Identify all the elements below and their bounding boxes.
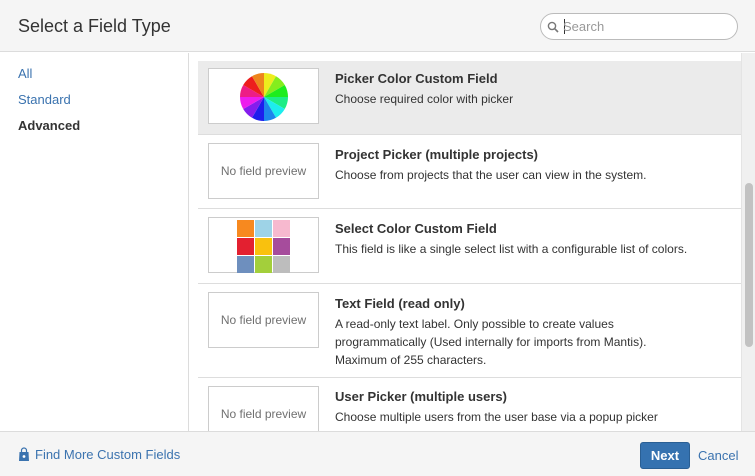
- field-type-description: Choose from projects that the user can v…: [335, 168, 647, 182]
- dialog-title: Select a Field Type: [18, 16, 171, 36]
- dialog-header: Select a Field Type: [0, 0, 755, 52]
- field-type-title: Picker Color Custom Field: [335, 71, 498, 86]
- color-swatch: [273, 238, 290, 255]
- color-swatch: [255, 238, 272, 255]
- dialog-footer: Find More Custom Fields Next Cancel: [0, 431, 755, 476]
- sidebar-item-advanced[interactable]: Advanced: [18, 118, 80, 133]
- cancel-link[interactable]: Cancel: [698, 448, 738, 463]
- no-preview-label: No field preview: [220, 407, 307, 421]
- color-swatch: [237, 220, 254, 237]
- search-box[interactable]: [540, 13, 738, 40]
- field-type-row-select-color[interactable]: Select Color Custom Field This field is …: [198, 209, 741, 284]
- field-type-title: Text Field (read only): [335, 296, 465, 311]
- field-type-description: This field is like a single select list …: [335, 242, 688, 256]
- category-sidebar: All Standard Advanced: [0, 53, 189, 431]
- find-more-label: Find More Custom Fields: [35, 447, 181, 462]
- description-line: programmatically (Used internally for im…: [335, 335, 647, 349]
- color-swatch: [255, 256, 272, 273]
- description-line: A read-only text label. Only possible to…: [335, 317, 614, 331]
- field-type-dialog: Select a Field Type All Standard Advance…: [0, 0, 755, 476]
- field-type-description: Choose multiple users from the user base…: [335, 410, 658, 424]
- color-swatch: [237, 256, 254, 273]
- color-grid-image: [237, 220, 290, 273]
- field-type-description: Choose required color with picker: [335, 92, 514, 106]
- field-type-row-picker-color[interactable]: Picker Color Custom Field Choose require…: [198, 61, 741, 135]
- sidebar-item-standard[interactable]: Standard: [18, 92, 71, 107]
- field-type-row-text-readonly[interactable]: No field preview Text Field (read only) …: [198, 284, 741, 378]
- shopping-bag-icon: [19, 447, 29, 461]
- field-type-description: A read-only text label. Only possible to…: [335, 315, 735, 369]
- no-preview-label: No field preview: [220, 164, 307, 178]
- field-preview: No field preview: [208, 143, 319, 199]
- field-type-list: Picker Color Custom Field Choose require…: [190, 53, 741, 431]
- search-icon: [547, 21, 559, 33]
- color-swatch: [273, 256, 290, 273]
- field-type-row-project-picker[interactable]: No field preview Project Picker (multipl…: [198, 135, 741, 209]
- no-preview-label: No field preview: [220, 313, 307, 327]
- field-type-title: User Picker (multiple users): [335, 389, 507, 404]
- scrollbar-thumb[interactable]: [745, 183, 753, 347]
- field-preview: No field preview: [208, 386, 319, 431]
- color-wheel-image: [240, 73, 288, 121]
- field-type-row-user-picker[interactable]: No field preview User Picker (multiple u…: [198, 378, 741, 431]
- description-line: Maximum of 255 characters.: [335, 353, 487, 367]
- color-swatch: [273, 220, 290, 237]
- field-type-title: Project Picker (multiple projects): [335, 147, 539, 162]
- field-preview: [208, 68, 319, 124]
- next-button[interactable]: Next: [640, 442, 690, 469]
- search-input[interactable]: [563, 17, 731, 36]
- list-scrollbar[interactable]: [741, 53, 755, 431]
- sidebar-item-all[interactable]: All: [18, 66, 32, 81]
- field-preview: No field preview: [208, 292, 319, 348]
- field-preview: [208, 217, 319, 273]
- color-swatch: [237, 238, 254, 255]
- color-swatch: [255, 220, 272, 237]
- field-type-title: Select Color Custom Field: [335, 221, 497, 236]
